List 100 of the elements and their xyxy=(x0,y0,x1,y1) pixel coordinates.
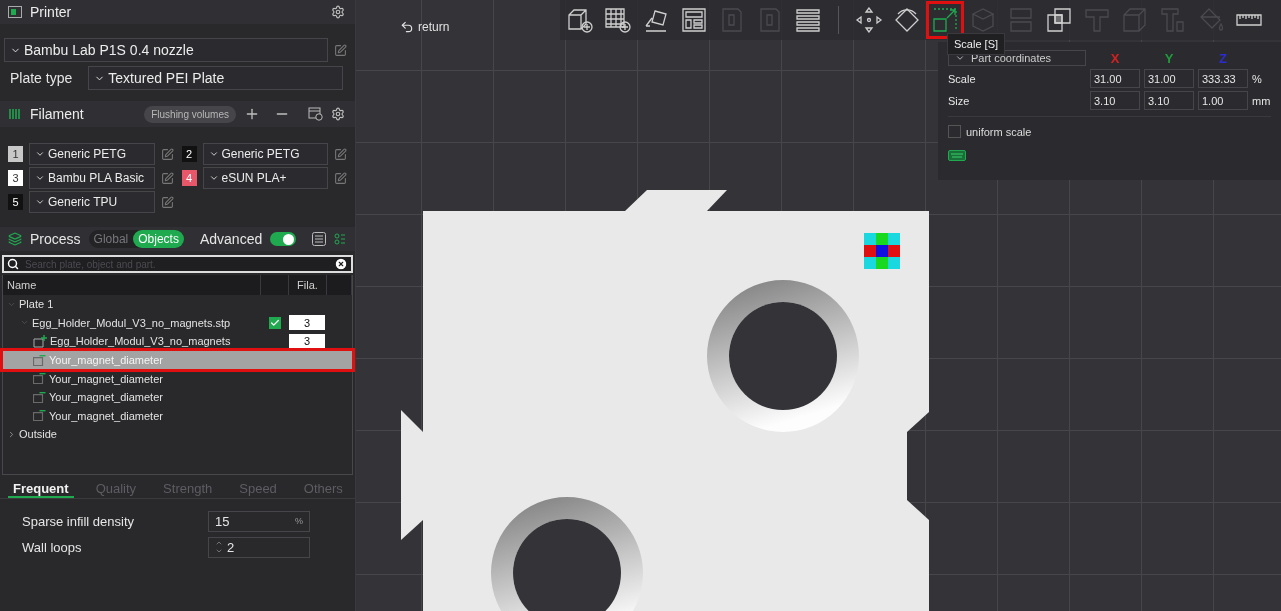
keyboard-icon[interactable] xyxy=(948,150,966,161)
chevron-down-icon xyxy=(208,173,219,183)
tree-row[interactable]: Egg_Holder_Modul_V3_no_magnets 3 xyxy=(3,332,352,351)
tree-item-label: Egg_Holder_Modul_V3_no_magnets xyxy=(50,335,231,348)
tree-item-label: Your_magnet_diameter xyxy=(49,391,163,404)
edit-icon[interactable] xyxy=(160,171,174,185)
filament-dropdown[interactable]: Generic PETG xyxy=(202,143,328,165)
edit-icon[interactable] xyxy=(334,147,347,161)
cube-plus-icon xyxy=(566,6,594,34)
setting-label: Wall loops xyxy=(22,539,83,555)
dropdown-value: Generic TPU xyxy=(48,195,118,209)
filament-color-swatch[interactable]: 3 xyxy=(8,170,23,186)
row-label: Scale xyxy=(948,72,977,85)
text-tool-icon xyxy=(1159,6,1187,34)
filament-dropdown[interactable]: Generic PETG xyxy=(29,143,155,165)
cut-icon xyxy=(1007,6,1035,34)
chevron-down-icon xyxy=(35,197,45,207)
plate-type-dropdown[interactable]: Textured PEI Plate xyxy=(88,66,343,90)
edit-icon[interactable] xyxy=(334,43,347,57)
checkbox-label: uniform scale xyxy=(966,125,1032,138)
edit-icon[interactable] xyxy=(160,147,174,161)
chevron-down-icon xyxy=(208,149,219,159)
tree-item-label: Egg_Holder_Modul_V3_no_magnets.stp xyxy=(32,316,231,329)
number-field[interactable]: 3.10 xyxy=(1144,91,1194,110)
settings-tab[interactable]: Frequent xyxy=(8,477,74,498)
dropdown-value: Textured PEI Plate xyxy=(108,70,225,86)
setting-field[interactable]: 2 xyxy=(208,536,310,558)
checkbox[interactable] xyxy=(948,125,961,138)
dropdown-value: Bambu PLA Basic xyxy=(48,171,145,185)
axis-label: X xyxy=(1110,50,1120,66)
tree-row[interactable]: Outside xyxy=(3,425,352,444)
filament-number-field[interactable]: 3 xyxy=(289,334,325,349)
row-label: Size xyxy=(948,94,971,107)
chevron-down-icon xyxy=(35,149,45,159)
toolbar-tool[interactable] xyxy=(929,4,961,36)
boolean-icon xyxy=(1045,6,1073,34)
grid-plus-icon xyxy=(604,6,632,34)
advanced-toggle[interactable] xyxy=(270,232,297,246)
number-field[interactable]: 3.10 xyxy=(1090,91,1140,110)
nodes-icon[interactable] xyxy=(334,233,347,245)
column-header: Fila. xyxy=(289,275,327,295)
mode-tab[interactable]: Global xyxy=(88,230,134,248)
filament-color-swatch[interactable]: 5 xyxy=(8,194,23,210)
modifier-icon xyxy=(33,373,46,385)
tree-item-label: Your_magnet_diameter xyxy=(49,354,163,367)
cube-icon xyxy=(1121,6,1149,34)
number-field[interactable]: 31.00 xyxy=(1090,69,1140,88)
filament-icon xyxy=(8,108,22,120)
setting-field[interactable]: 15 % xyxy=(208,510,310,532)
dropdown-value: eSUN PLA+ xyxy=(221,171,287,185)
return-link[interactable]: return xyxy=(400,20,450,34)
printer-icon xyxy=(8,6,22,18)
modifier-icon xyxy=(33,391,46,403)
dropdown-value: Generic PETG xyxy=(221,147,300,161)
filament-dropdown[interactable]: Bambu PLA Basic xyxy=(29,167,155,189)
clear-icon[interactable] xyxy=(334,257,348,271)
plate-type-label: Plate type xyxy=(10,70,73,86)
filament-color-swatch[interactable]: 2 xyxy=(181,146,197,162)
filament-number-field[interactable]: 3 xyxy=(289,315,325,331)
tree-row[interactable]: Egg_Holder_Modul_V3_no_magnets.stp 3 xyxy=(3,313,352,333)
list-icon[interactable] xyxy=(312,232,327,246)
tooltip: Scale [S] xyxy=(947,33,1006,55)
edit-icon[interactable] xyxy=(334,171,347,185)
chevron-right-icon[interactable] xyxy=(7,429,16,439)
tree-row[interactable]: Plate 1 xyxy=(3,295,352,314)
checkbox[interactable] xyxy=(269,316,281,329)
number-field[interactable]: 1.00 xyxy=(1198,91,1248,110)
modifier-icon xyxy=(33,410,46,422)
section-title: Process xyxy=(30,231,81,247)
tree-row[interactable]: Your_magnet_diameter xyxy=(3,369,352,388)
settings-icon[interactable] xyxy=(331,107,345,121)
flushing-volumes-button[interactable]: Flushing volumes xyxy=(144,105,236,123)
filament-dropdown[interactable]: Generic TPU xyxy=(29,191,155,213)
filament-color-swatch[interactable]: 4 xyxy=(181,170,197,186)
support-icon xyxy=(1083,6,1111,34)
spinner-icon[interactable] xyxy=(215,539,223,555)
dropdown-value: Generic PETG xyxy=(48,147,127,161)
tree-item-label: Your_magnet_diameter xyxy=(49,409,163,422)
filament-color-swatch[interactable]: 1 xyxy=(8,146,23,162)
add-icon[interactable] xyxy=(244,106,260,122)
column-header: Name xyxy=(3,275,261,295)
printer-preset-dropdown[interactable]: Bambu Lab P1S 0.4 nozzle xyxy=(4,38,328,62)
tree-item-label: Your_magnet_diameter xyxy=(49,372,163,385)
tree-row[interactable]: Your_magnet_diameter xyxy=(3,406,352,426)
rotate-icon xyxy=(893,6,921,34)
chevron-down-icon xyxy=(955,53,965,63)
move-icon xyxy=(855,6,883,34)
filament-dropdown[interactable]: eSUN PLA+ xyxy=(202,167,328,189)
search-icon xyxy=(7,258,19,270)
axis-label: Z xyxy=(1219,50,1227,66)
layers-icon xyxy=(8,232,22,246)
settings-icon[interactable] xyxy=(331,5,345,19)
number-field[interactable]: 333.33 xyxy=(1198,69,1248,88)
section-title: Printer xyxy=(30,4,73,20)
scale-icon xyxy=(931,6,959,34)
number-field[interactable]: 31.00 xyxy=(1144,69,1194,88)
color-marker-icon xyxy=(864,233,900,269)
tree-item-label: Outside xyxy=(19,428,57,441)
tree-row[interactable]: Your_magnet_diameter xyxy=(3,387,352,407)
edit-icon[interactable] xyxy=(160,195,174,209)
